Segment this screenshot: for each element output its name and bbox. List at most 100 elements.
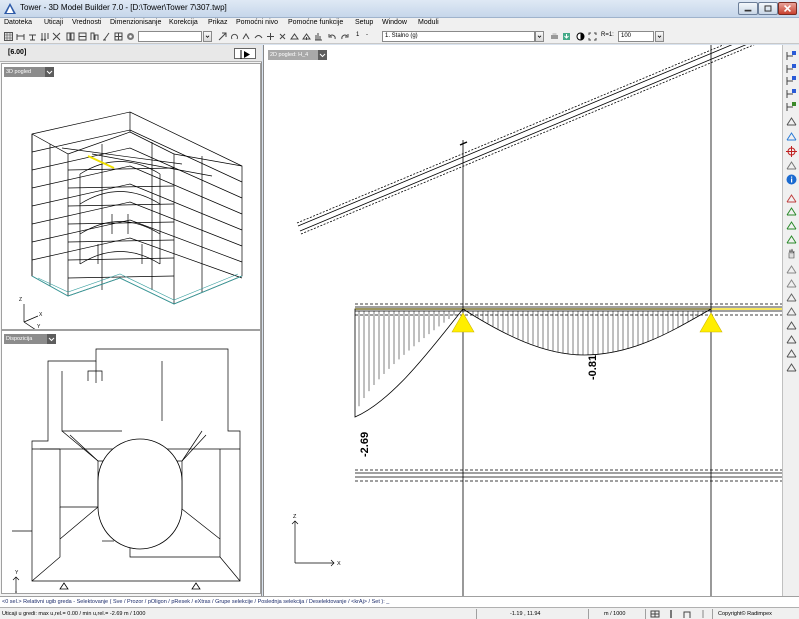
- main-toolbar: 1 - 1. Stalno (g) R=1: 100: [0, 30, 799, 44]
- menu-vrednosti[interactable]: Vrednosti: [72, 19, 101, 26]
- settings-wheel-icon[interactable]: [126, 32, 135, 41]
- view-3d[interactable]: 3D pogled Z X Y: [1, 63, 261, 330]
- arrow-edit-icon[interactable]: [786, 220, 797, 231]
- menu-dimenzionisanje[interactable]: Dimenzionisanje: [110, 19, 161, 26]
- beam-delete-icon[interactable]: [786, 101, 797, 112]
- view-2d[interactable]: 2D pogled: H_4 -2.69 -0.81 Z X: [263, 45, 782, 596]
- axis-2d-x-label: X: [337, 561, 341, 567]
- menu-moduli[interactable]: Moduli: [418, 19, 439, 26]
- diagram-icon[interactable]: [314, 32, 323, 41]
- status-separator: [588, 609, 589, 619]
- status-separator: [712, 609, 713, 619]
- status-coordinates: -1.19 , 11.94: [510, 611, 541, 617]
- grid-snap-icon[interactable]: [786, 131, 797, 142]
- target-icon[interactable]: [786, 146, 797, 157]
- deform-icon[interactable]: [254, 32, 263, 41]
- cube-icon[interactable]: [786, 334, 797, 345]
- close-button[interactable]: [778, 2, 797, 15]
- beam-edit-icon[interactable]: [786, 63, 797, 74]
- beam-move-icon[interactable]: [786, 88, 797, 99]
- layer-toggle-icon[interactable]: [698, 609, 708, 619]
- arrow-add-icon[interactable]: [786, 206, 797, 217]
- wall-icon[interactable]: [66, 32, 75, 41]
- arrow-delete-icon[interactable]: [786, 234, 797, 245]
- title-bar: Tower - 3D Model Builder 7.0 - [D:\Tower…: [0, 0, 799, 18]
- beam-add-icon[interactable]: [786, 50, 797, 61]
- rotate-icon[interactable]: [230, 32, 239, 41]
- play-icon: [240, 50, 250, 59]
- menu-pomocni-nivo[interactable]: Pomoćni nivo: [236, 19, 278, 26]
- menu-setup[interactable]: Setup: [355, 19, 373, 26]
- undo-icon[interactable]: [328, 32, 337, 41]
- envelope-icon[interactable]: [290, 32, 299, 41]
- load-icon[interactable]: [40, 32, 49, 41]
- menu-pomocne-funkcije[interactable]: Pomoćne funkcije: [288, 19, 343, 26]
- status-separator: [645, 609, 646, 619]
- window-title: Tower - 3D Model Builder 7.0 - [D:\Tower…: [20, 3, 227, 12]
- value-label-mid: -0.81: [587, 355, 599, 380]
- chevron-down-icon: [657, 35, 662, 38]
- next-level-button[interactable]: [234, 48, 256, 59]
- axis-icon[interactable]: [786, 116, 797, 127]
- plan-drawing: Y X: [12, 348, 241, 593]
- ratio-input[interactable]: 100: [618, 31, 654, 42]
- grid-toggle-icon[interactable]: [650, 609, 660, 619]
- measure-icon[interactable]: [242, 32, 251, 41]
- hand-pan-icon[interactable]: [786, 248, 797, 259]
- print-icon[interactable]: [550, 32, 559, 41]
- status-copyright: Copyright© Radimpex: [718, 611, 772, 617]
- beam-copy-icon[interactable]: [786, 75, 797, 86]
- wall-section-icon[interactable]: [786, 348, 797, 359]
- menu-korekcija[interactable]: Korekcija: [169, 19, 198, 26]
- load-case-combo[interactable]: 1. Stalno (g): [382, 31, 535, 42]
- minimize-button[interactable]: [738, 2, 758, 15]
- menu-uticaji[interactable]: Uticaji: [44, 19, 63, 26]
- slab-icon[interactable]: [786, 320, 797, 331]
- dots-icon[interactable]: [786, 264, 797, 275]
- stress-icon[interactable]: [278, 32, 287, 41]
- measure-angle-icon[interactable]: [786, 193, 797, 204]
- wind-icon[interactable]: [786, 362, 797, 373]
- dimension-icon[interactable]: [102, 32, 111, 41]
- selection-combo[interactable]: [138, 31, 202, 42]
- area-icon[interactable]: [90, 32, 99, 41]
- export-icon[interactable]: [562, 32, 571, 41]
- maximize-button[interactable]: [758, 2, 778, 15]
- section-icon[interactable]: [266, 32, 275, 41]
- column-support-icon[interactable]: [786, 292, 797, 303]
- support-icon[interactable]: [28, 32, 37, 41]
- axis-3d-z-label: Z: [19, 297, 22, 303]
- beam-diagram-drawing: -2.69 -0.81 Z X: [291, 45, 782, 596]
- menu-window[interactable]: Window: [382, 19, 407, 26]
- status-separator: [476, 609, 477, 619]
- axis-3d-y-label: Y: [37, 324, 41, 329]
- zoom-icon[interactable]: [218, 32, 227, 41]
- status-bar: Uticaji u gredi: max u,rel.= 0.00 / min …: [0, 607, 799, 619]
- ratio-dropdown[interactable]: [655, 31, 664, 42]
- load-case-dropdown[interactable]: [535, 31, 544, 42]
- selection-combo-dropdown[interactable]: [203, 31, 212, 42]
- beam-icon[interactable]: [16, 32, 25, 41]
- snap-toggle-icon[interactable]: [682, 609, 692, 619]
- menu-datoteka[interactable]: Datoteka: [4, 19, 32, 26]
- axis-plan-y-label: Y: [15, 570, 19, 576]
- redo-icon[interactable]: [340, 32, 349, 41]
- view-disposition[interactable]: Dispozicija Y: [1, 330, 261, 594]
- info-icon[interactable]: [786, 174, 797, 185]
- ratio-label: R=1:: [601, 32, 614, 38]
- ortho-toggle-icon[interactable]: [666, 609, 676, 619]
- grid-icon[interactable]: [4, 32, 13, 41]
- column-icon[interactable]: [78, 32, 87, 41]
- truss-icon[interactable]: [786, 306, 797, 317]
- node-icon[interactable]: [52, 32, 61, 41]
- menu-prikaz[interactable]: Prikaz: [208, 19, 227, 26]
- fit-view-icon[interactable]: [588, 32, 597, 41]
- spring-icon[interactable]: [786, 278, 797, 289]
- contrast-icon[interactable]: [576, 32, 585, 41]
- command-line[interactable]: <0 sel.> Relativni ugib greda - Selektov…: [0, 596, 799, 607]
- layer-icon[interactable]: [786, 160, 797, 171]
- reaction-icon[interactable]: [302, 32, 311, 41]
- table-icon[interactable]: [114, 32, 123, 41]
- support-right: [699, 312, 723, 333]
- app-logo-icon: [4, 3, 16, 14]
